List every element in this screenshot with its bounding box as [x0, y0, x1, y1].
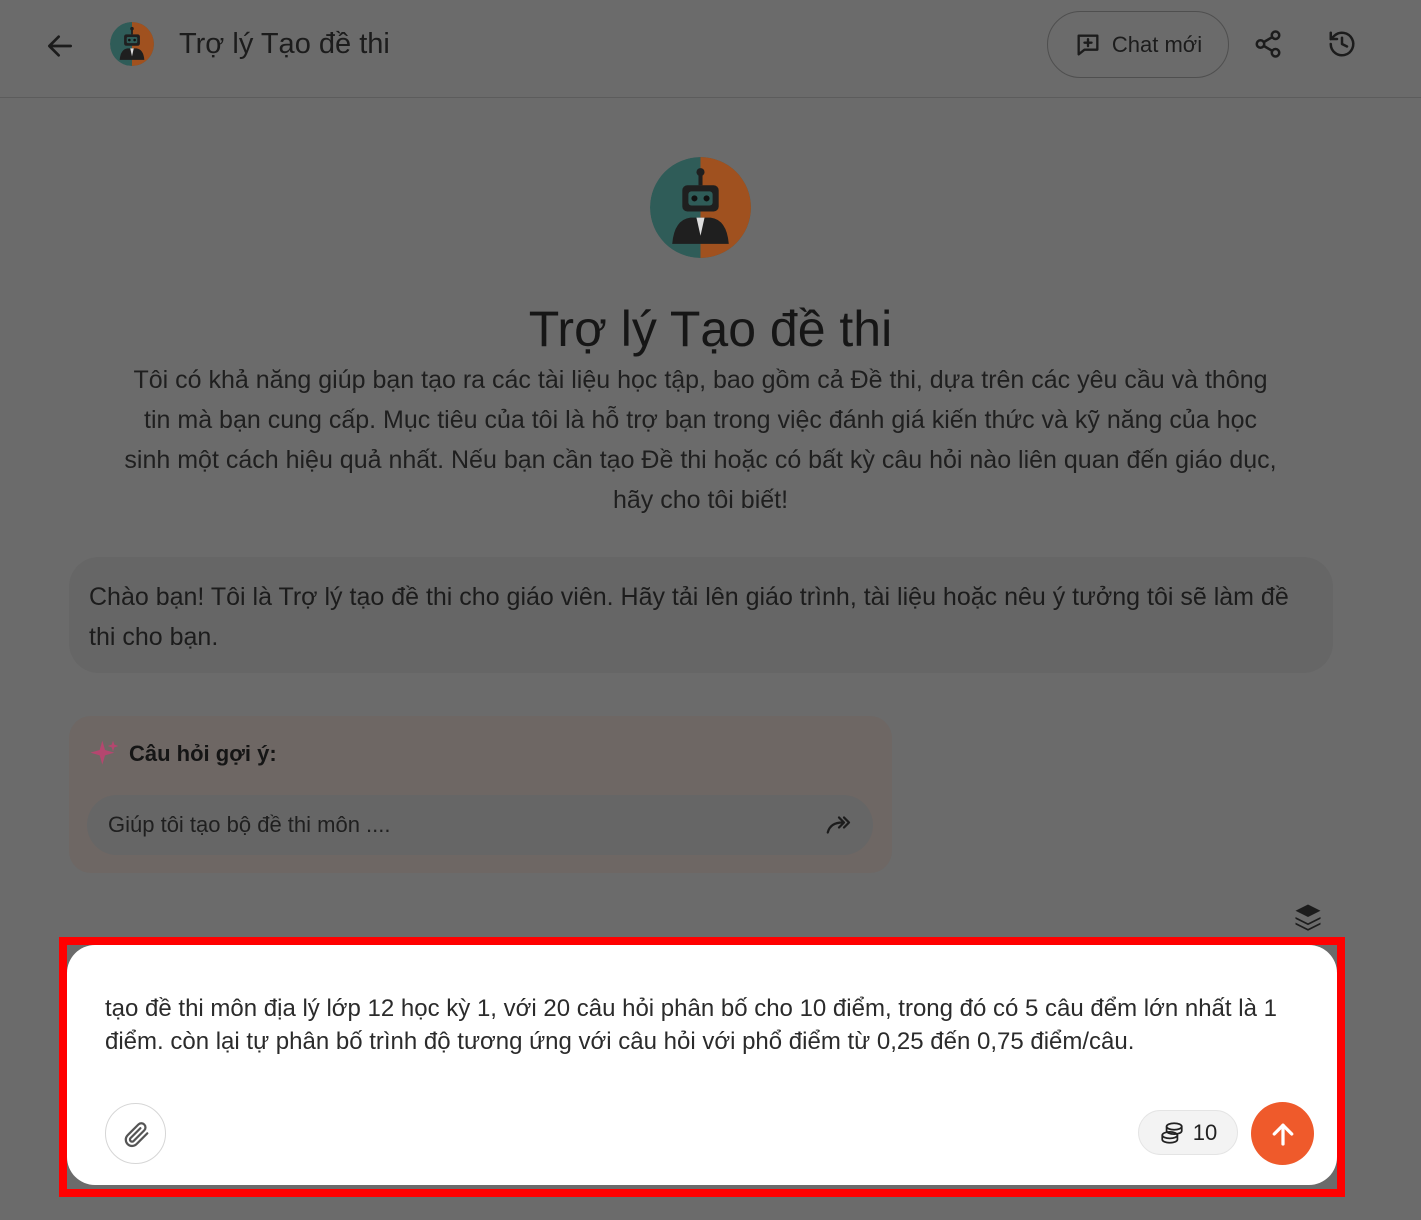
- new-chat-button[interactable]: Chat mới: [1047, 11, 1229, 78]
- back-arrow-icon: [48, 35, 72, 57]
- composer: tạo đề thi môn địa lý lớp 12 học kỳ 1, v…: [67, 945, 1337, 1185]
- app-header: Trợ lý Tạo đề thi Chat mới: [0, 0, 1421, 98]
- greeting-message: Chào bạn! Tôi là Trợ lý tạo đề thi cho g…: [69, 557, 1333, 673]
- paperclip-icon: [124, 1121, 148, 1147]
- chat-plus-icon: [1077, 34, 1099, 55]
- suggestion-text: Giúp tôi tạo bộ đề thi môn ....: [108, 812, 391, 837]
- robot-avatar-icon: [650, 157, 751, 258]
- layers-icon: [1295, 904, 1321, 931]
- credit-count: 10: [1192, 1119, 1218, 1145]
- history-button[interactable]: [1322, 24, 1362, 64]
- coins-icon: [1161, 1121, 1183, 1144]
- bot-description: Tôi có khả năng giúp bạn tạo ra các tài …: [124, 366, 1277, 514]
- suggestion-heading: Câu hỏi gợi ý:: [129, 741, 277, 766]
- forward-arrow-icon: [826, 816, 851, 834]
- header-title: Trợ lý Tạo đề thi: [179, 28, 390, 60]
- bot-name: Trợ lý Tạo đề thi: [528, 301, 893, 357]
- back-button[interactable]: [40, 26, 80, 66]
- suggestion-panel: Câu hỏi gợi ý: Giúp tôi tạo bộ đề thi mô…: [69, 716, 892, 873]
- header-bot-avatar: [110, 22, 154, 66]
- arrow-up-icon: [1272, 1123, 1293, 1146]
- send-button[interactable]: [1251, 1102, 1314, 1165]
- layers-button[interactable]: [1292, 901, 1324, 933]
- suggestion-header: Câu hỏi gợi ý:: [89, 738, 277, 770]
- message-input[interactable]: tạo đề thi môn địa lý lớp 12 học kỳ 1, v…: [105, 992, 1305, 1058]
- new-chat-label: Chat mới: [1111, 31, 1203, 57]
- bot-avatar: [650, 157, 751, 258]
- suggestion-send[interactable]: [823, 809, 855, 841]
- attach-button[interactable]: [105, 1103, 166, 1164]
- sparkle-icon: [90, 740, 119, 765]
- robot-avatar-icon: [110, 22, 154, 66]
- share-button[interactable]: [1248, 24, 1288, 64]
- suggestion-item[interactable]: Giúp tôi tạo bộ đề thi môn ....: [87, 795, 873, 855]
- credit-counter: 10: [1138, 1110, 1238, 1155]
- history-icon: [1329, 31, 1355, 57]
- share-icon: [1255, 30, 1281, 58]
